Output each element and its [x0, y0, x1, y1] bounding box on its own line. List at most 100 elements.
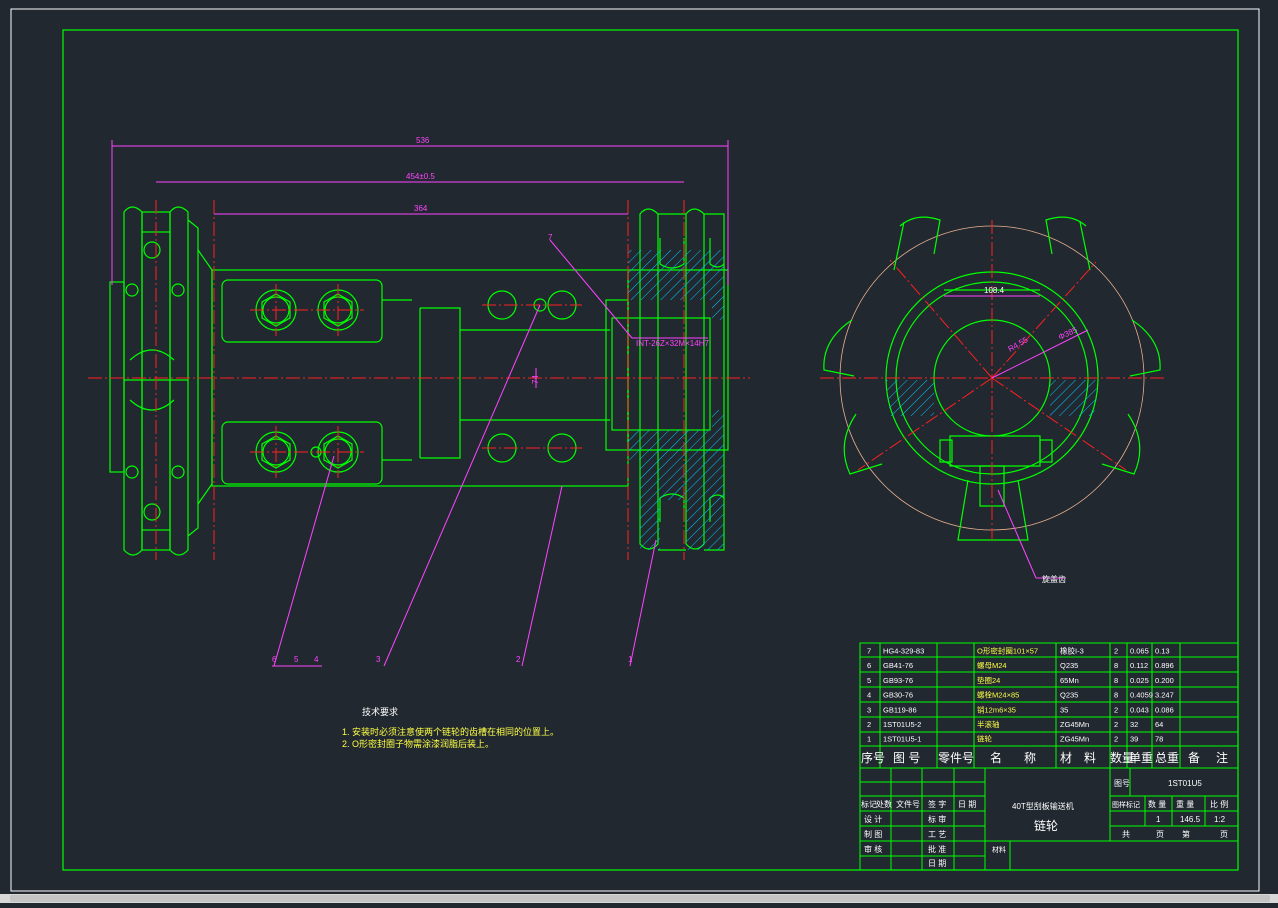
dim-radius: R4.55 — [1007, 335, 1030, 354]
bom-cell-no: 6 — [867, 661, 871, 670]
role-approve: 批 准 — [928, 844, 946, 854]
leader-5: 5 — [294, 655, 299, 664]
bom-cell-no: 1 — [867, 735, 871, 744]
role-standard: 标 审 — [928, 814, 946, 824]
bom-cell-material: 橡胶I-3 — [1060, 646, 1084, 656]
bom-cell-total: 0.13 — [1155, 647, 1170, 656]
leader-6: 6 — [272, 655, 277, 664]
dim-side: 74 — [531, 375, 540, 384]
leader-3: 3 — [376, 655, 381, 664]
bom-cell-no: 4 — [867, 691, 871, 700]
bom-cell-qty: 8 — [1114, 676, 1118, 685]
mark-label: 标记 — [861, 799, 877, 809]
dim-spline: INT-26Z×32M×14H7 — [636, 339, 709, 348]
date-label: 日 期 — [958, 800, 976, 809]
bom-cell-material: 35 — [1060, 705, 1068, 714]
bom-cell-total: 3.247 — [1155, 691, 1174, 700]
bom-cell-total: 0.200 — [1155, 676, 1174, 685]
stage-qty-label: 数 量 — [1148, 799, 1166, 809]
horizontal-scrollbar[interactable] — [0, 894, 1278, 903]
bom-cell-name: 垫圈24 — [977, 675, 1000, 685]
material-label: 材料 — [992, 845, 1006, 854]
tech-req-item-1: 1. 安装时必须注意使两个链轮的齿槽在相同的位置上。 — [342, 726, 559, 737]
bom-cell-code: HG4-329-83 — [883, 647, 924, 656]
part-name: 链轮 — [1034, 818, 1058, 833]
technical-requirements: 技术要求 1. 安装时必须注意使两个链轮的齿槽在相同的位置上。 2. O形密封圈… — [342, 706, 559, 749]
left-sprocket — [109, 206, 213, 556]
bom-cell-name: O形密封圈101×57 — [977, 646, 1038, 656]
bom-rows: 7 HG4-329-83 O形密封圈101×57 橡胶I-3 2 0.065 0.13 6 GB… — [867, 646, 1174, 744]
dim-overall-length: 536 — [416, 136, 430, 145]
role-design: 设 计 — [864, 814, 882, 824]
bom-cell-material: 65Mn — [1060, 676, 1079, 685]
bom-cell-unit: 0.112 — [1130, 661, 1148, 670]
leader-7: 7 — [548, 233, 553, 242]
tech-req-item-2: 2. O形密封圈子物需涂漆润脂后装上。 — [342, 738, 494, 749]
bom-cell-unit: 0.025 — [1130, 676, 1149, 685]
count-label: 处数 — [876, 799, 892, 809]
bom-cell-unit: 39 — [1130, 735, 1138, 744]
scrollbar-thumb[interactable] — [10, 895, 1270, 902]
bom-cell-qty: 2 — [1114, 647, 1118, 656]
role-draw: 制 图 — [864, 829, 882, 839]
bom-cell-qty: 8 — [1114, 691, 1118, 700]
bom-header-name-2: 称 — [1024, 751, 1036, 765]
side-dimension-texts: 108.4 R4.55 Φ385 旋盖齿 — [984, 286, 1079, 584]
bom-cell-name: 螺母M24 — [977, 660, 1007, 670]
bom-cell-name: 螺栓M24×85 — [977, 690, 1019, 700]
bom-header-drawing: 图 号 — [893, 751, 920, 765]
front-dimension-texts: 536 454±0.5 364 INT-26Z×32M×14H7 74 7 6 … — [272, 136, 709, 664]
bom-cell-unit: 0.4059 — [1130, 691, 1153, 700]
file-no-label: 文件号 — [896, 799, 920, 809]
bom-cell-qty: 2 — [1114, 705, 1118, 714]
bom-cell-code: 1ST01U5-2 — [883, 720, 921, 729]
bom-header-part: 零件号 — [938, 751, 974, 765]
bom-header-unit: 单重 — [1129, 751, 1153, 765]
role-review: 审 核 — [864, 844, 882, 854]
bom-cell-name: 销12m6×35 — [977, 704, 1016, 714]
drawing-canvas: 536 454±0.5 364 INT-26Z×32M×14H7 74 7 6 … — [10, 8, 1260, 892]
leader-4: 4 — [314, 655, 319, 664]
bom-cell-code: 1ST01U5-1 — [883, 735, 921, 744]
stage-scale: 1:2 — [1214, 815, 1226, 824]
sheet-total-label: 共 — [1122, 830, 1130, 839]
sheet-no-label: 第 — [1182, 829, 1190, 839]
stage-weight-label: 重 量 — [1176, 799, 1194, 809]
bom-cell-material: Q235 — [1060, 691, 1078, 700]
cad-drawing-viewport[interactable]: 536 454±0.5 364 INT-26Z×32M×14H7 74 7 6 … — [0, 0, 1278, 903]
leader-2: 2 — [516, 655, 521, 664]
dim-diameter: Φ385 — [1057, 325, 1079, 342]
stage-scale-label: 比 例 — [1210, 799, 1228, 809]
leader-1: 1 — [628, 655, 633, 664]
bom-cell-code: GB119-86 — [883, 705, 917, 714]
title-block-texts: 图号 1ST01U5 标记 处数 文件号 签 字 日 期 设 计 制 图 审 核… — [861, 779, 1228, 868]
bom-cell-material: ZG45Mn — [1060, 735, 1089, 744]
bom-header-mat-2: 料 — [1084, 751, 1096, 765]
sign-label: 签 字 — [928, 799, 946, 809]
product-name: 40T型刮板输送机 — [1012, 801, 1074, 811]
bom-cell-code: GB30-76 — [883, 691, 913, 700]
bom-cell-name: 半滚轴 — [977, 719, 1000, 729]
bom-cell-total: 78 — [1155, 735, 1163, 744]
dim-pcd: 108.4 — [984, 286, 1005, 295]
bom-cell-no: 2 — [867, 720, 871, 729]
tech-req-title: 技术要求 — [362, 706, 398, 717]
bom-cell-code: GB41-76 — [883, 661, 913, 670]
bom-cell-code: GB93-76 — [883, 676, 913, 685]
bom-cell-qty: 8 — [1114, 661, 1118, 670]
sheet-no-unit: 页 — [1220, 830, 1228, 839]
bom-cell-no: 3 — [867, 705, 871, 714]
bom-cell-qty: 2 — [1114, 720, 1118, 729]
bom-cell-name: 链轮 — [977, 734, 992, 744]
dim-inner: 364 — [414, 204, 428, 213]
drawing-no: 1ST01U5 — [1168, 779, 1202, 788]
bom-header-total: 总重 — [1155, 751, 1179, 765]
bom-header-no: 序号 — [861, 750, 885, 765]
stage-qty: 1 — [1156, 815, 1161, 824]
role-process: 工 艺 — [928, 830, 946, 839]
role-date: 日 期 — [928, 859, 946, 868]
stage-mark-label: 图样标记 — [1112, 800, 1140, 809]
dim-between: 454±0.5 — [406, 172, 435, 181]
drawing-no-label: 图号 — [1114, 779, 1130, 788]
side-callout-label: 旋盖齿 — [1042, 574, 1066, 584]
